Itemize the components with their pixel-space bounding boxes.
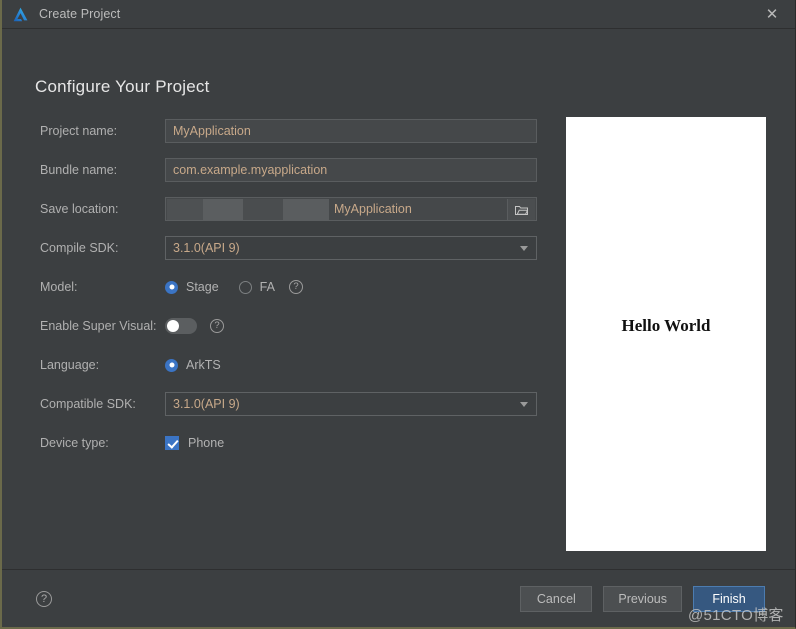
form-row-device-type: Device type: Phone: [40, 431, 540, 455]
compatible-sdk-label: Compatible SDK:: [40, 397, 136, 411]
device-type-option-phone[interactable]: Phone: [165, 436, 224, 450]
footer-help-icon[interactable]: ?: [36, 590, 52, 607]
model-label: Model:: [40, 280, 78, 294]
model-radio-group: Stage FA ?: [165, 280, 303, 294]
project-config-form: Project name: MyApplication Bundle name:…: [40, 119, 540, 470]
save-location-input[interactable]: MyApplication: [165, 197, 537, 221]
previous-button[interactable]: Previous: [603, 585, 682, 612]
page-title: Configure Your Project: [35, 77, 210, 96]
device-type-option-phone-label: Phone: [188, 436, 225, 450]
create-project-dialog: Create Project ✕ Configure Your Project …: [0, 0, 796, 629]
compatible-sdk-select[interactable]: 3.1.0(API 9): [165, 392, 537, 416]
folder-open-icon[interactable]: [507, 199, 535, 220]
form-row-model: Model: Stage FA ?: [40, 275, 540, 299]
compatible-sdk-value: 3.1.0(API 9): [173, 397, 240, 411]
window-title: Create Project: [39, 7, 121, 21]
model-option-fa-label: FA: [259, 280, 275, 294]
super-visual-toggle[interactable]: [165, 318, 197, 334]
bundle-name-input[interactable]: com.example.myapplication: [165, 158, 537, 182]
dialog-footer: ? Cancel Previous Finish: [2, 569, 795, 627]
form-row-save-location: Save location: MyApplication: [40, 197, 540, 221]
save-location-label: Save location:: [40, 202, 119, 216]
chevron-down-icon: [520, 245, 528, 251]
chevron-down-icon: [520, 401, 528, 407]
super-visual-help-icon[interactable]: ?: [210, 319, 224, 333]
device-type-label: Device type:: [40, 436, 109, 450]
preview-hello-world-text: Hello World: [621, 316, 711, 335]
model-help-icon[interactable]: ?: [288, 280, 303, 294]
form-row-bundle-name: Bundle name: com.example.myapplication: [40, 158, 540, 182]
form-row-language: Language: ArkTS: [40, 353, 540, 377]
redacted-path: [167, 199, 329, 220]
project-name-input[interactable]: MyApplication: [165, 119, 537, 143]
form-row-compile-sdk: Compile SDK: 3.1.0(API 9): [40, 236, 540, 260]
radio-selected-icon: [165, 280, 178, 294]
super-visual-label: Enable Super Visual:: [40, 319, 157, 333]
model-option-stage-label: Stage: [186, 280, 219, 294]
footer-button-group: Cancel Previous Finish: [520, 584, 766, 613]
finish-button[interactable]: Finish: [692, 584, 766, 613]
title-bar: Create Project ✕: [2, 0, 795, 29]
compile-sdk-select[interactable]: 3.1.0(API 9): [165, 236, 537, 260]
phone-preview-screen: Hello World: [566, 117, 766, 551]
model-option-fa[interactable]: FA: [238, 280, 275, 294]
radio-selected-icon: [165, 358, 178, 372]
deveco-logo-icon: [12, 6, 29, 23]
cancel-button[interactable]: Cancel: [520, 585, 593, 612]
dialog-body: Configure Your Project Project name: MyA…: [2, 29, 795, 582]
project-name-label: Project name:: [40, 124, 118, 138]
model-option-stage[interactable]: Stage: [165, 280, 219, 294]
language-option-arkts-label: ArkTS: [186, 358, 221, 372]
form-row-project-name: Project name: MyApplication: [40, 119, 540, 143]
form-row-super-visual: Enable Super Visual: ?: [40, 314, 540, 338]
radio-unselected-icon: [238, 280, 252, 294]
language-label: Language:: [40, 358, 100, 372]
close-icon[interactable]: ✕: [761, 3, 783, 25]
save-location-value: MyApplication: [334, 202, 412, 216]
compile-sdk-label: Compile SDK:: [40, 241, 119, 255]
template-preview: Hello World Empty Ability: [566, 117, 766, 582]
compile-sdk-value: 3.1.0(API 9): [173, 241, 240, 255]
toggle-knob: [167, 320, 179, 332]
language-option-arkts[interactable]: ArkTS: [165, 358, 221, 372]
form-row-compatible-sdk: Compatible SDK: 3.1.0(API 9): [40, 392, 540, 416]
checkbox-checked-icon: [165, 436, 179, 450]
bundle-name-label: Bundle name:: [40, 163, 118, 177]
